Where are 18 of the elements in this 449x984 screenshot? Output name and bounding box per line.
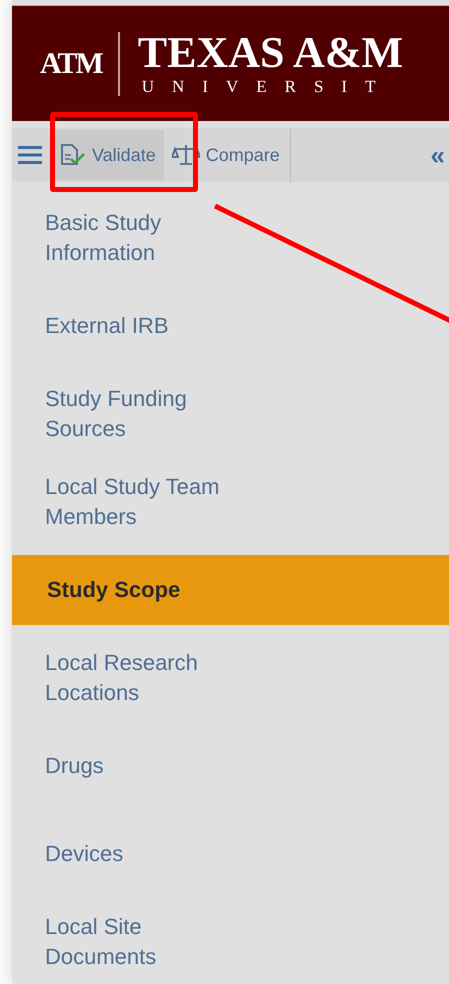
university-subtitle: UNIVERSIT bbox=[140, 76, 394, 98]
sidebar-item[interactable]: Study Scope bbox=[12, 555, 449, 625]
document-check-icon bbox=[60, 143, 86, 167]
sidebar-item[interactable]: Basic Study Information bbox=[12, 203, 449, 273]
compare-button[interactable]: Compare bbox=[164, 128, 291, 182]
scales-icon bbox=[172, 144, 200, 166]
sidebar-item[interactable]: Local Research Locations bbox=[12, 643, 449, 713]
validate-button[interactable]: Validate bbox=[52, 130, 164, 180]
sidebar-item[interactable]: Devices bbox=[12, 819, 449, 889]
menu-icon[interactable] bbox=[18, 145, 42, 165]
sidebar-item[interactable]: Local Site Documents bbox=[12, 907, 449, 977]
collapse-button[interactable]: « bbox=[426, 140, 449, 170]
sidebar-item[interactable]: Study Funding Sources bbox=[12, 379, 449, 449]
sidebar-item[interactable]: Local Study Team Members bbox=[12, 467, 449, 537]
university-title: TEXAS A&M bbox=[138, 30, 404, 76]
sidebar-item[interactable]: Drugs bbox=[12, 731, 449, 801]
sidebar-item[interactable]: External IRB bbox=[12, 291, 449, 361]
logo-mark: ATM bbox=[40, 46, 102, 80]
